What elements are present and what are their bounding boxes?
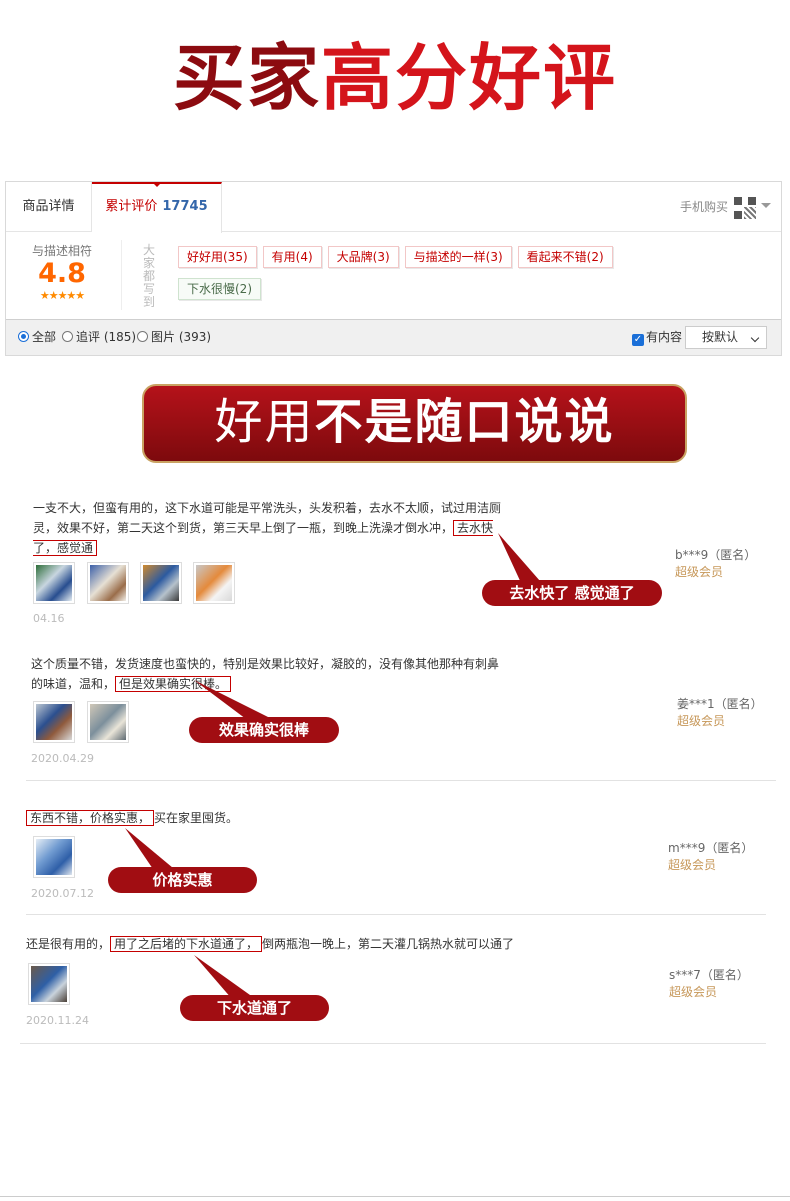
reviewer-level: 超级会员 xyxy=(669,985,718,999)
reviewer-level: 超级会员 xyxy=(677,714,726,728)
review-photo[interactable] xyxy=(28,963,70,1005)
divider xyxy=(26,780,776,781)
filter-images-label: 图片 (393) xyxy=(151,330,212,344)
review-highlight: 用了之后堵的下水道通了， xyxy=(110,936,263,952)
headline-part2: 高分好评 xyxy=(321,36,618,120)
tags-side-label: 大家都写到 xyxy=(142,243,155,309)
review-date: 2020.04.29 xyxy=(31,752,94,765)
reviewer-name: m***9（匿名） xyxy=(668,841,754,855)
review-date: 2020.11.24 xyxy=(26,1014,89,1027)
mobile-buy-label: 手机购买 xyxy=(679,200,728,214)
tab-reviews-count: 17745 xyxy=(162,199,208,214)
reviewer-level: 超级会员 xyxy=(668,858,717,872)
sort-select[interactable]: 按默认 xyxy=(685,326,767,349)
chevron-down-icon xyxy=(750,333,760,343)
review-text-part: 还是很有用的， xyxy=(26,937,111,951)
tag-as-described[interactable]: 与描述的一样(3) xyxy=(404,246,512,268)
review-photo[interactable] xyxy=(33,701,75,743)
review-photo[interactable] xyxy=(33,562,75,604)
tab-reviews[interactable]: 累计评价 17745 xyxy=(92,182,222,233)
has-content-label: 有内容 xyxy=(646,330,683,344)
callout-pointer xyxy=(194,955,250,999)
rating-box: 与描述相符 4.8 ★★★★★ xyxy=(6,232,118,320)
review-date: 04.16 xyxy=(33,612,65,625)
impression-tags: 好好用(35) 有用(4) 大品牌(3) 与描述的一样(3) 看起来不错(2) 下水很慢… xyxy=(178,246,738,310)
review-text: 还是很有用的， 用了之后堵的下水道通了， 倒两瓶泡一晚上，第二天灌几锅热水就可以通了 xyxy=(26,934,526,954)
reviewer-level: 超级会员 xyxy=(675,565,724,579)
callout-pointer xyxy=(194,680,270,722)
tab-product-detail[interactable]: 商品详情 xyxy=(6,182,92,232)
callout-badge: 去水快了 感觉通了 xyxy=(482,580,662,606)
reviewer-name: 姜***1（匿名） xyxy=(677,697,763,711)
review-filter-bar: 全部 追评 (185) 图片 (393) ✓ 有内容 按默认 xyxy=(6,320,781,355)
review-summary: 与描述相符 4.8 ★★★★★ 大家都写到 好好用(35) 有用(4) 大品牌(3)… xyxy=(6,232,781,320)
divider xyxy=(20,1043,766,1044)
radio-icon xyxy=(62,331,73,342)
tag-slow-drain[interactable]: 下水很慢(2) xyxy=(178,278,261,300)
callout-badge: 下水道通了 xyxy=(180,995,329,1021)
review-highlight: 东西不错，价格实惠， xyxy=(26,810,155,826)
reviewer-name: s***7（匿名） xyxy=(669,968,749,982)
filter-followup-label: 追评 (185) xyxy=(76,330,137,344)
banner-light-text: 好用 xyxy=(214,394,315,450)
mobile-buy-button[interactable]: 手机购买 xyxy=(680,182,771,232)
page-headline: 买家高分好评 xyxy=(0,28,790,128)
tag-good-use[interactable]: 好好用(35) xyxy=(178,246,257,268)
reviewer-name: b***9（匿名） xyxy=(675,548,757,562)
qr-code-icon xyxy=(734,196,756,219)
tag-big-brand[interactable]: 大品牌(3) xyxy=(327,246,399,268)
review-text: 这个质量不错，发货速度也蛮快的，特别是效果比较好，凝胶的，没有像其他那种有刺鼻的… xyxy=(31,654,509,694)
radio-selected-icon xyxy=(18,331,29,342)
tab-reviews-label: 累计评价 xyxy=(105,199,158,214)
review-photo[interactable] xyxy=(87,562,129,604)
rating-label: 与描述相符 xyxy=(31,244,92,258)
divider xyxy=(26,914,766,915)
review-text-part: 一支不大，但蛮有用的，这下水道可能是平常洗头，头发积着，去水不太顺，试过用洁厕灵… xyxy=(33,501,502,535)
rating-score: 4.8 xyxy=(38,258,86,289)
review-date: 2020.07.12 xyxy=(31,887,94,900)
filter-followup[interactable]: 追评 (185) xyxy=(62,320,136,355)
banner-bold-text: 不是随口说说 xyxy=(314,394,615,450)
radio-icon xyxy=(137,331,148,342)
has-content-checkbox[interactable]: ✓ 有内容 xyxy=(632,320,682,355)
review-text-part: 倒两瓶泡一晚上，第二天灌几锅热水就可以通了 xyxy=(262,937,515,951)
rating-stars-icon: ★★★★★ xyxy=(39,289,85,302)
tab-bar: 商品详情 累计评价 17745 手机购买 xyxy=(6,182,781,233)
callout-pointer xyxy=(498,533,540,585)
review-photo[interactable] xyxy=(193,562,235,604)
headline-part1: 买家 xyxy=(172,36,321,120)
callout-badge: 效果确实很棒 xyxy=(189,717,339,743)
tag-looks-good[interactable]: 看起来不错(2) xyxy=(517,246,613,268)
chevron-down-icon xyxy=(761,203,771,213)
slogan-banner: 好用不是随口说说 xyxy=(142,384,687,463)
callout-pointer xyxy=(125,828,173,872)
review-photo[interactable] xyxy=(33,836,75,878)
review-photo[interactable] xyxy=(140,562,182,604)
callout-badge: 价格实惠 xyxy=(108,867,257,893)
bottom-border xyxy=(0,1196,790,1197)
filter-all-label: 全部 xyxy=(32,330,57,344)
filter-all[interactable]: 全部 xyxy=(18,320,56,355)
review-photo[interactable] xyxy=(87,701,129,743)
review-text-part: 买在家里囤货。 xyxy=(154,811,239,825)
review-panel: 商品详情 累计评价 17745 手机购买 与描述相符 4.8 ★★★★★ 大家都写… xyxy=(5,181,782,356)
divider xyxy=(121,240,122,310)
tag-useful[interactable]: 有用(4) xyxy=(262,246,322,268)
filter-images[interactable]: 图片 (393) xyxy=(137,320,211,355)
sort-label: 按默认 xyxy=(702,330,739,344)
review-text: 东西不错，价格实惠， 买在家里囤货。 xyxy=(26,808,506,828)
checkbox-checked-icon: ✓ xyxy=(632,334,644,346)
